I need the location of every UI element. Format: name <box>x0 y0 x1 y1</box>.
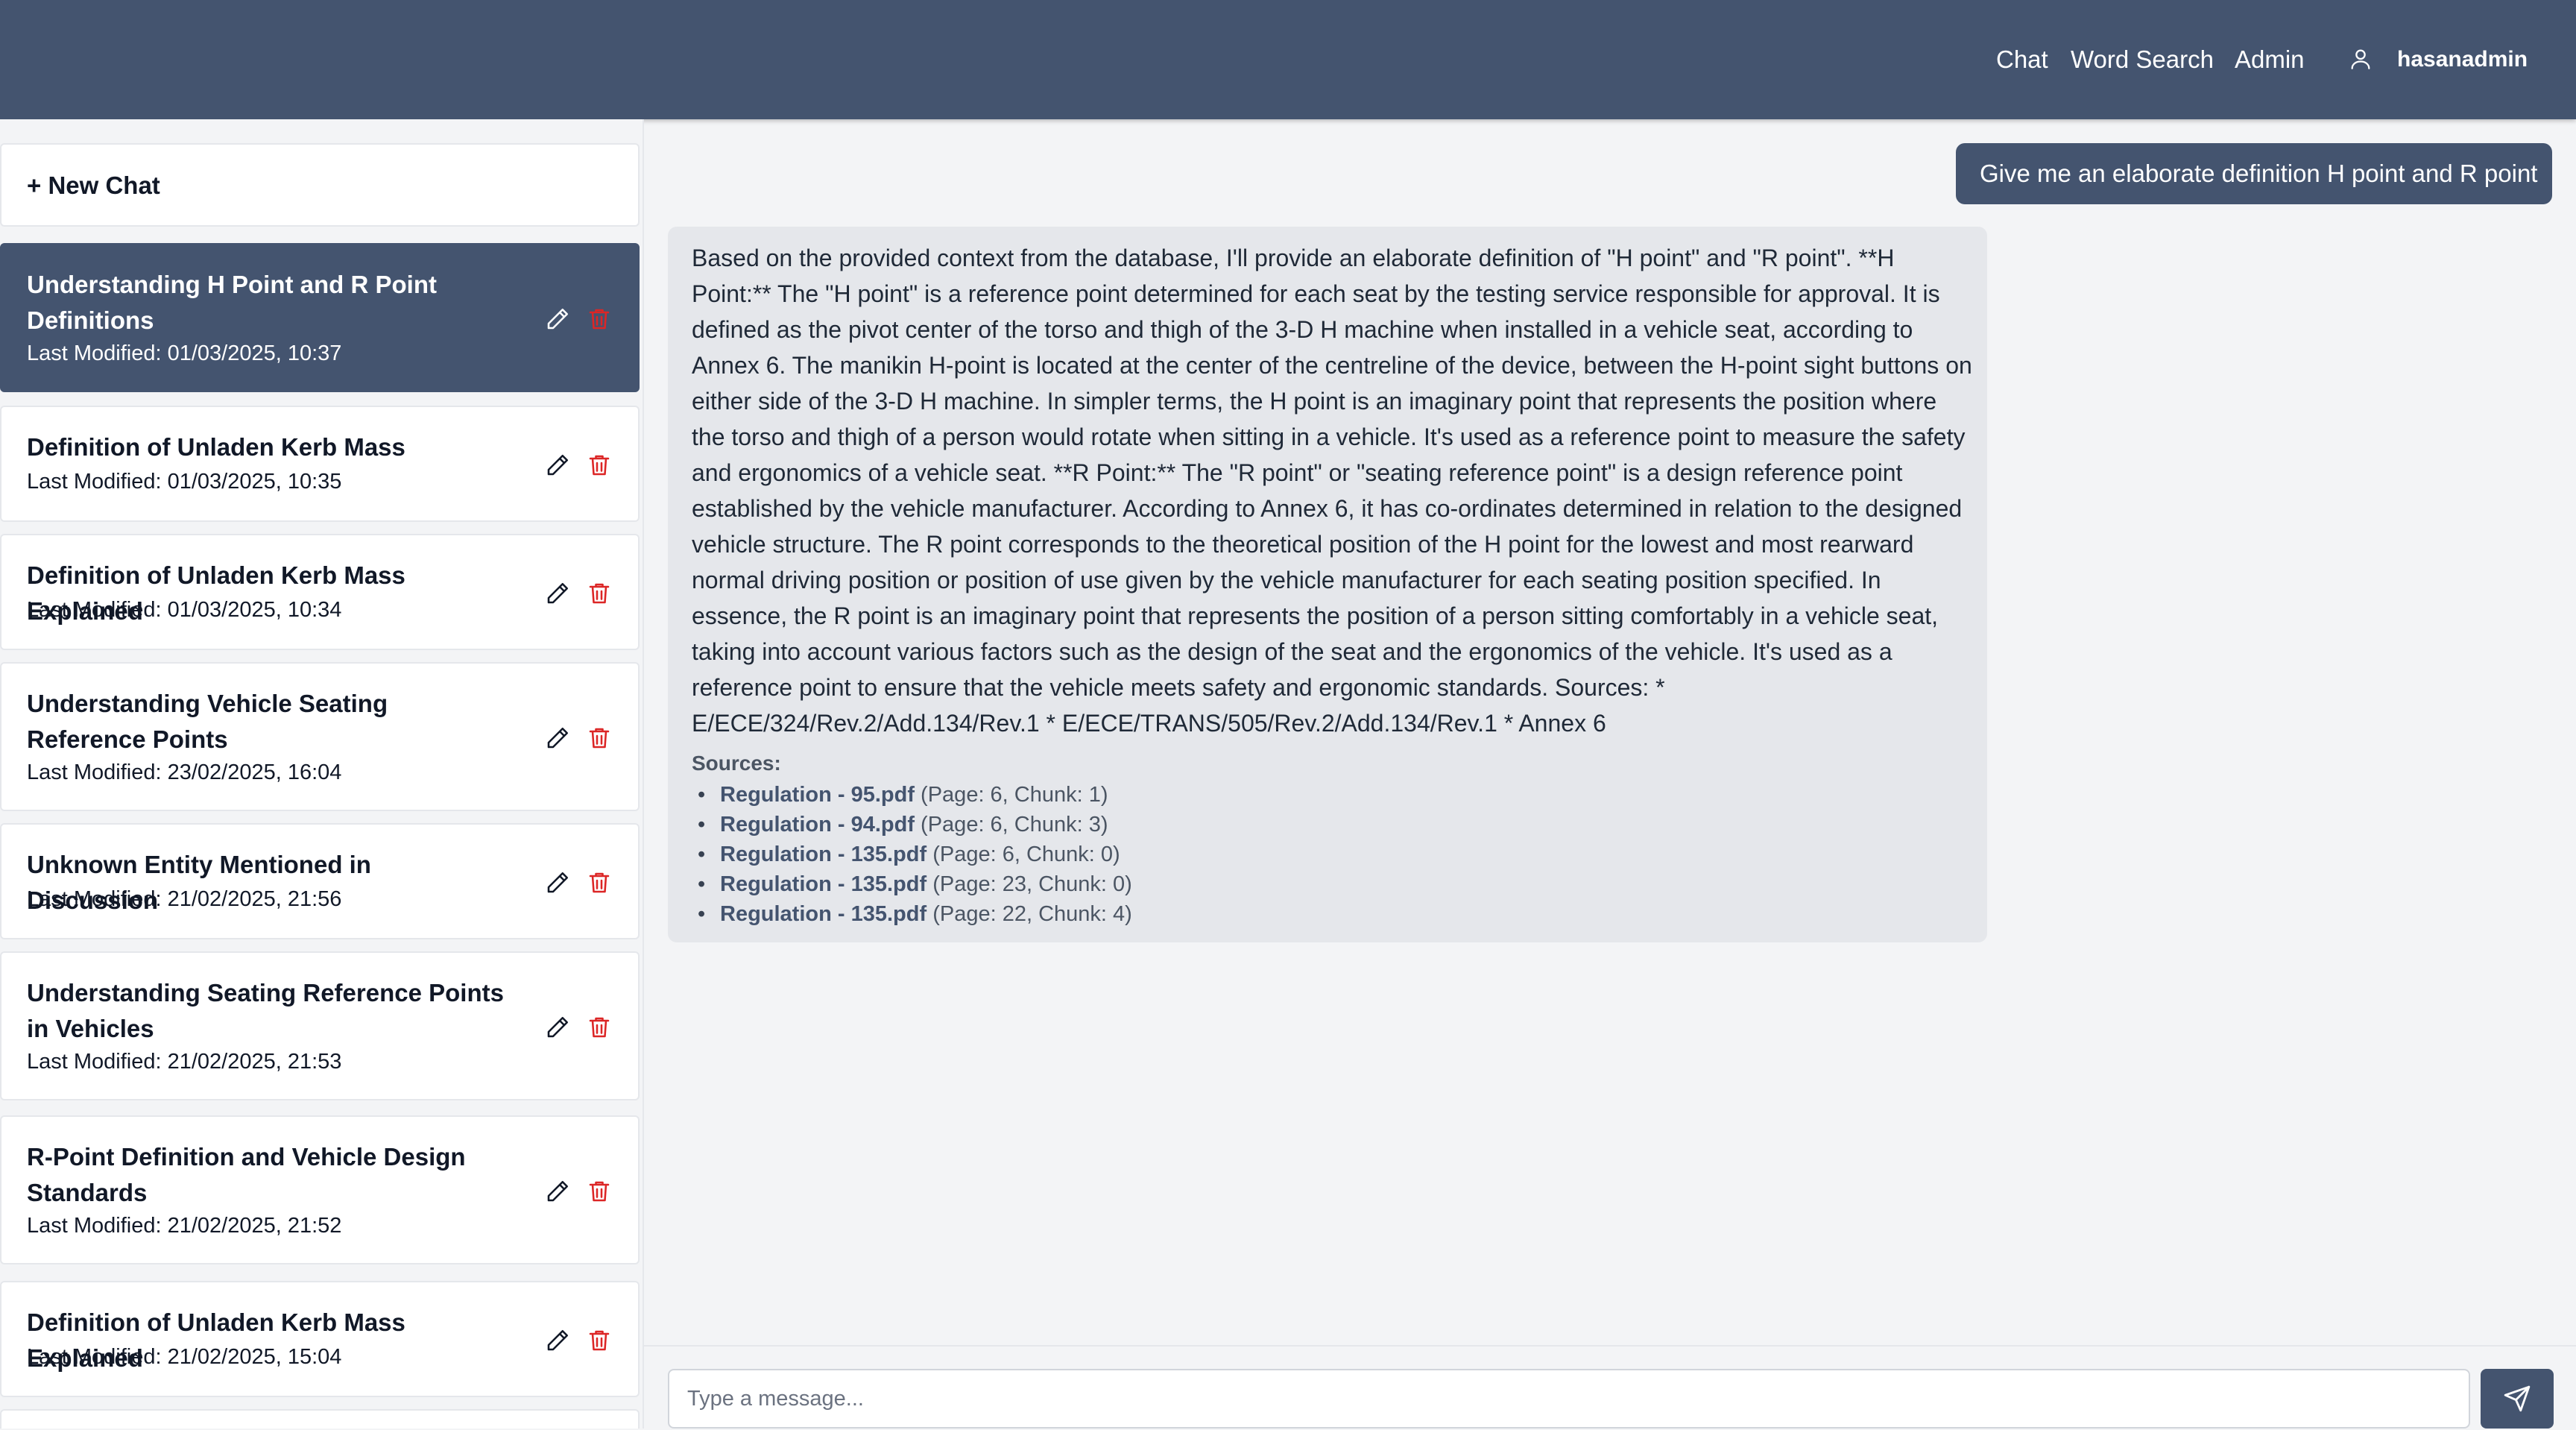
pencil-icon[interactable] <box>544 1327 571 1354</box>
send-button[interactable] <box>2481 1369 2554 1429</box>
bullet-icon: • <box>698 902 706 926</box>
source-detail: (Page: 23, Chunk: 0) <box>926 872 1132 896</box>
chat-last-modified: Last Modified: 01/03/2025, 10:37 <box>27 341 342 365</box>
nav-chat-link[interactable]: Chat <box>1996 43 2048 76</box>
nav-admin-link[interactable]: Admin <box>2235 43 2305 76</box>
chat-item[interactable]: Definition of Unladen Kerb Mass Explaine… <box>0 1281 640 1397</box>
message-input-bar <box>644 1345 2576 1430</box>
chat-item[interactable]: Understanding Vehicle Seating Reference … <box>0 662 640 811</box>
chat-last-modified: Last Modified: 01/03/2025, 10:35 <box>27 470 342 494</box>
chat-last-modified: Last Modified: 01/03/2025, 10:34 <box>27 598 342 622</box>
source-detail: (Page: 22, Chunk: 4) <box>926 902 1132 926</box>
top-navbar: Chat Word Search Admin hasanadmin <box>0 0 2576 119</box>
source-detail: (Page: 6, Chunk: 1) <box>915 783 1108 807</box>
trash-icon[interactable] <box>586 580 613 607</box>
assistant-message-bubble: Based on the provided context from the d… <box>668 227 1987 942</box>
chat-item[interactable]: Definition of Unladen Kerb Mass Last Mod… <box>0 406 640 522</box>
new-chat-button[interactable]: + New Chat <box>0 143 640 227</box>
chat-last-modified: Last Modified: 23/02/2025, 16:04 <box>27 760 342 784</box>
user-message-bubble: Give me an elaborate definition H point … <box>1956 143 2552 204</box>
chat-item-active[interactable]: Understanding H Point and R Point Defini… <box>0 243 640 392</box>
source-detail: (Page: 6, Chunk: 3) <box>915 813 1108 837</box>
chat-title: Understanding Seating Reference Points i… <box>27 979 504 1042</box>
chat-title: Definition of Unladen Kerb Mass <box>27 433 405 461</box>
pencil-icon[interactable] <box>544 306 571 333</box>
user-icon[interactable] <box>2348 46 2373 72</box>
chat-item[interactable]: Definition of Unladen Kerb Mass Explaine… <box>0 534 640 650</box>
bullet-icon: • <box>698 813 706 837</box>
pencil-icon[interactable] <box>544 1014 571 1041</box>
source-item: • Regulation - 95.pdf (Page: 6, Chunk: 1) <box>698 780 1132 810</box>
source-item: • Regulation - 135.pdf (Page: 6, Chunk: 0… <box>698 840 1132 869</box>
chat-item[interactable]: Understanding Seating Reference Points i… <box>0 951 640 1100</box>
source-item: • Regulation - 135.pdf (Page: 22, Chunk: … <box>698 899 1132 929</box>
pencil-icon[interactable] <box>544 580 571 607</box>
trash-icon[interactable] <box>586 1014 613 1041</box>
chat-title: Understanding Vehicle Seating Reference … <box>27 690 388 753</box>
source-detail: (Page: 6, Chunk: 0) <box>926 842 1120 866</box>
chat-last-modified: Last Modified: 21/02/2025, 15:04 <box>27 1345 342 1369</box>
chat-title: R-Point Definition and Vehicle Design St… <box>27 1143 466 1206</box>
pencil-icon[interactable] <box>544 1178 571 1205</box>
source-link[interactable]: Regulation - 135.pdf <box>720 872 926 896</box>
chat-last-modified: Last Modified: 21/02/2025, 21:56 <box>27 887 342 911</box>
trash-icon[interactable] <box>586 869 613 896</box>
assistant-message-text: Based on the provided context from the d… <box>692 245 1972 737</box>
chat-title: Understanding H Point and R Point Defini… <box>27 271 437 334</box>
chat-last-modified: Last Modified: 21/02/2025, 21:52 <box>27 1214 342 1238</box>
source-link[interactable]: Regulation - 95.pdf <box>720 783 915 807</box>
trash-icon[interactable] <box>586 306 613 333</box>
chat-item[interactable]: R-Point Definition and Vehicle Design St… <box>0 1115 640 1264</box>
trash-icon[interactable] <box>586 1178 613 1205</box>
source-link[interactable]: Regulation - 135.pdf <box>720 842 926 866</box>
pencil-icon[interactable] <box>544 452 571 479</box>
source-link[interactable]: Regulation - 94.pdf <box>720 813 915 837</box>
chat-item[interactable] <box>0 1409 640 1429</box>
trash-icon[interactable] <box>586 1327 613 1354</box>
source-link[interactable]: Regulation - 135.pdf <box>720 902 926 926</box>
chat-item[interactable]: Unknown Entity Mentioned in Discussion L… <box>0 823 640 939</box>
source-item: • Regulation - 94.pdf (Page: 6, Chunk: 3) <box>698 810 1132 840</box>
pencil-icon[interactable] <box>544 725 571 752</box>
username-label[interactable]: hasanadmin <box>2397 45 2528 75</box>
trash-icon[interactable] <box>586 452 613 479</box>
new-chat-label: + New Chat <box>27 171 160 199</box>
bullet-icon: • <box>698 842 706 866</box>
source-item: • Regulation - 135.pdf (Page: 23, Chunk: … <box>698 869 1132 899</box>
chat-last-modified: Last Modified: 21/02/2025, 21:53 <box>27 1050 342 1074</box>
nav-word-search-link[interactable]: Word Search <box>2071 43 2214 76</box>
pencil-icon[interactable] <box>544 869 571 896</box>
user-message-text: Give me an elaborate definition H point … <box>1980 160 2538 187</box>
bullet-icon: • <box>698 872 706 896</box>
send-icon <box>2504 1385 2531 1412</box>
bullet-icon: • <box>698 783 706 807</box>
trash-icon[interactable] <box>586 725 613 752</box>
chat-history-sidebar: + New Chat Understanding H Point and R P… <box>0 119 644 1429</box>
message-input[interactable] <box>668 1369 2470 1429</box>
sources-label: Sources: <box>692 752 781 775</box>
sources-list: • Regulation - 95.pdf (Page: 6, Chunk: 1)… <box>698 780 1132 929</box>
